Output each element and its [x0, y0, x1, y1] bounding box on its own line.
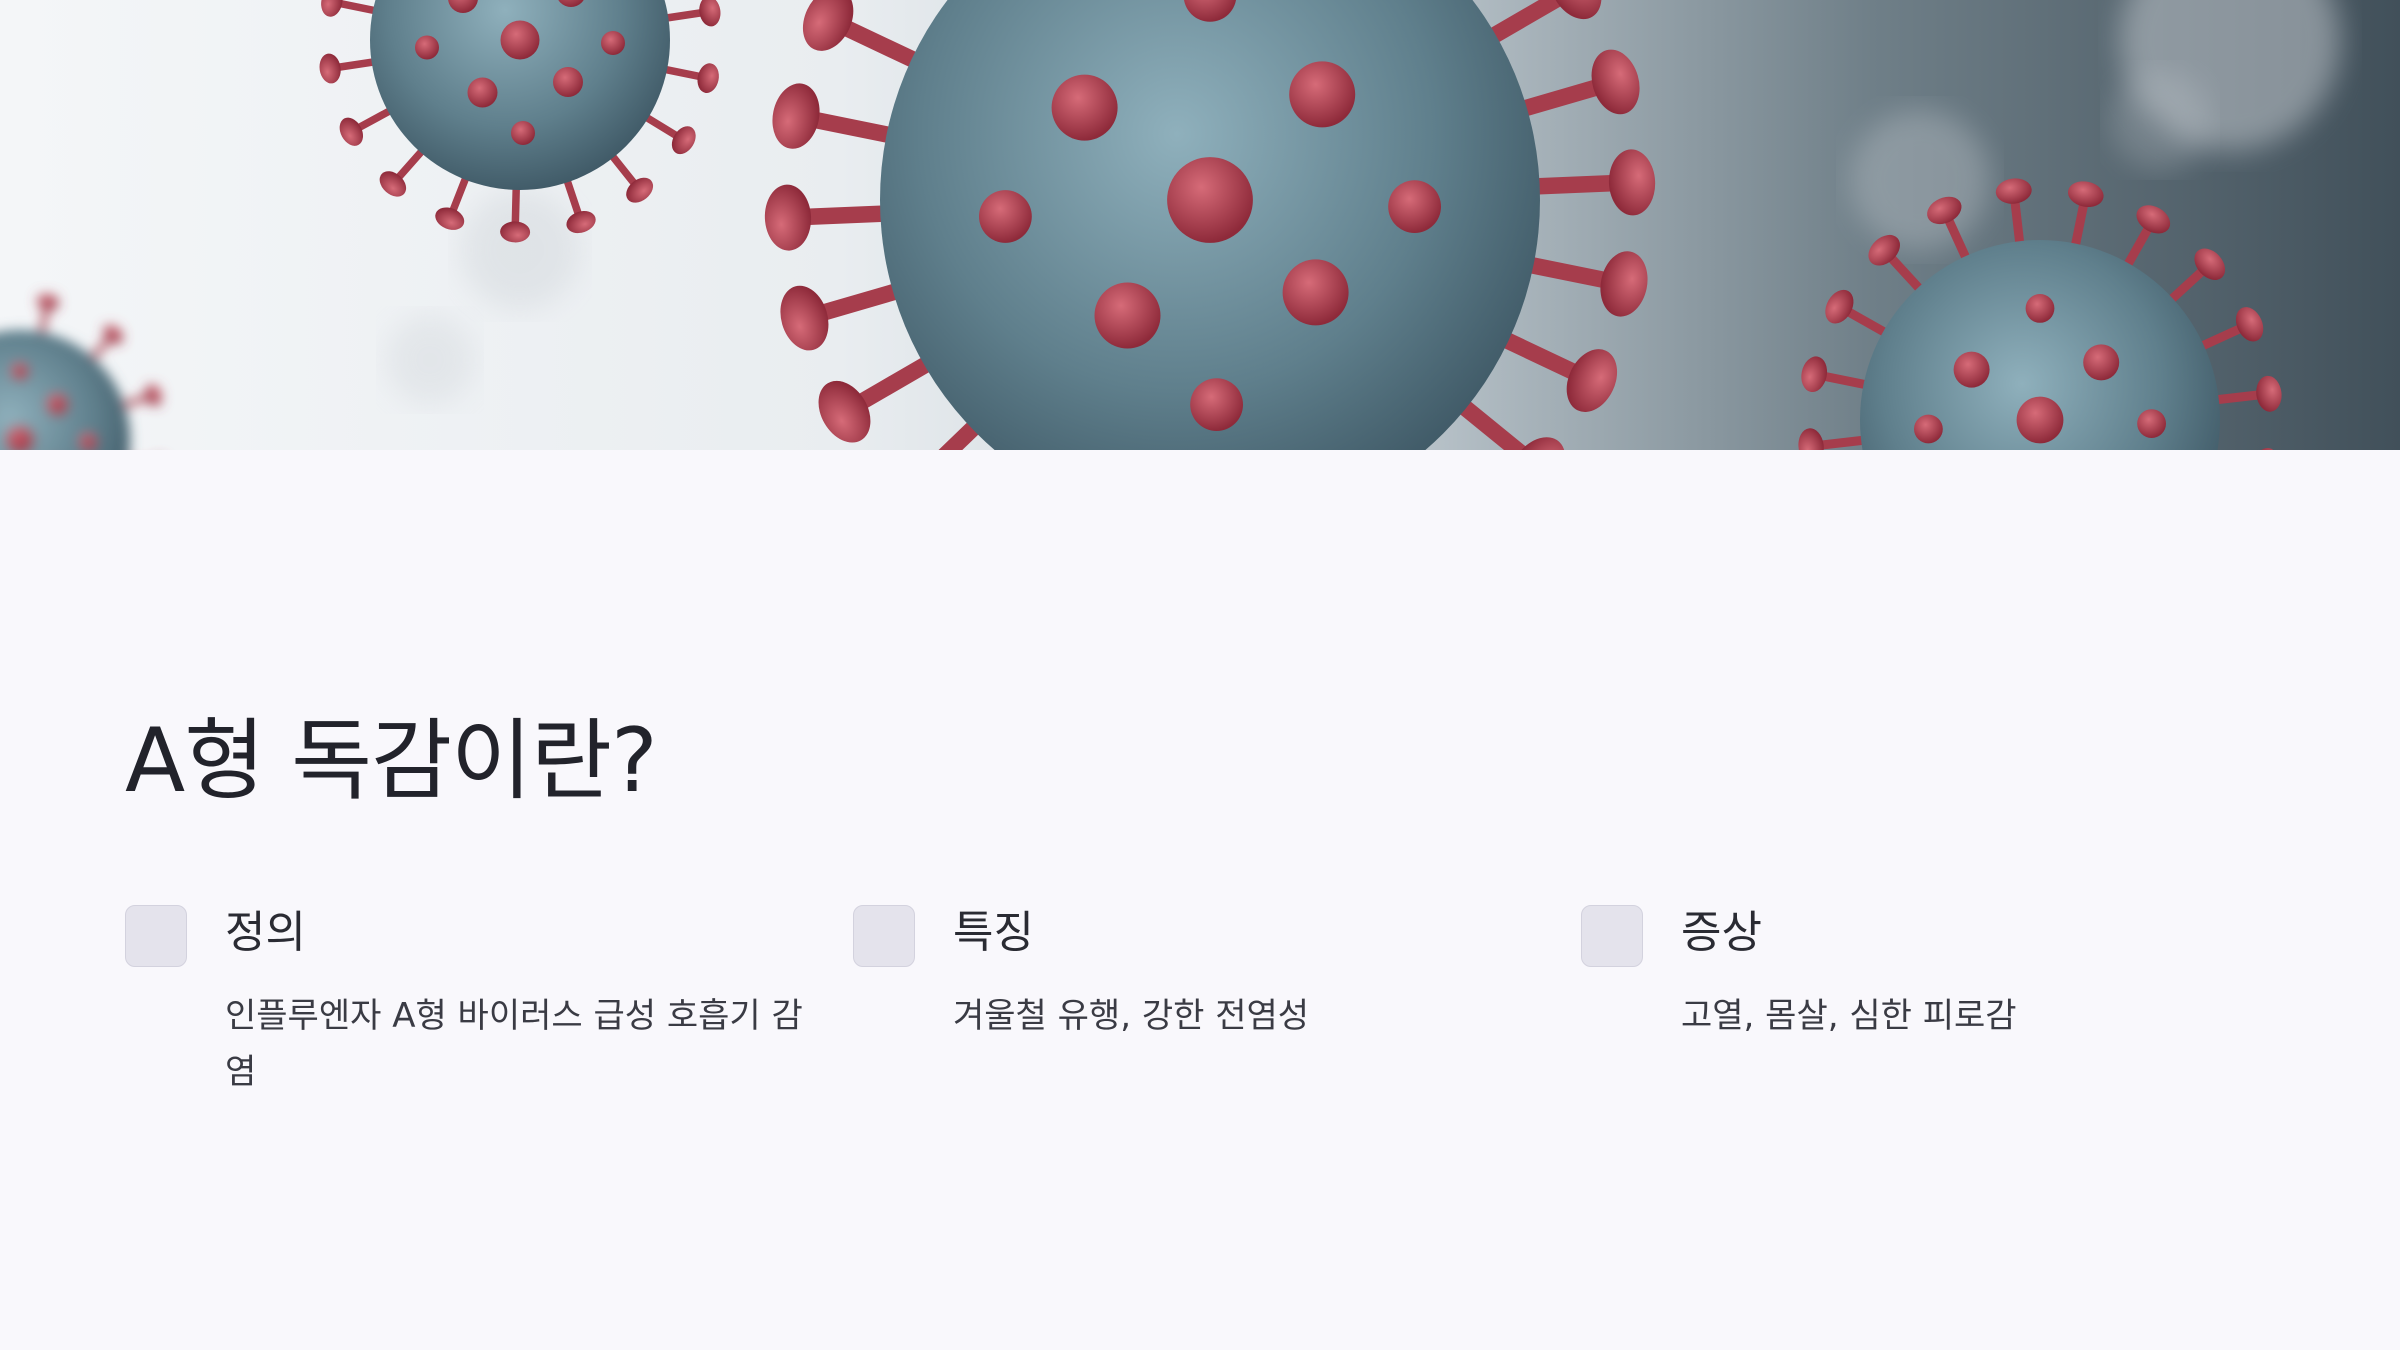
card-title: 증상 — [1681, 907, 1762, 958]
card-title: 정의 — [225, 907, 306, 958]
virus-illustration — [0, 0, 2340, 450]
card-description: 인플루엔자 A형 바이러스 급성 호흡기 감염 — [225, 996, 803, 1092]
card-description: 겨울철 유행, 강한 전염성 — [953, 996, 1310, 1036]
card-title: 특징 — [953, 907, 1034, 958]
checkbox-icon[interactable] — [125, 905, 187, 967]
checkbox-icon[interactable] — [1581, 905, 1643, 967]
checkbox-icon[interactable] — [853, 905, 915, 967]
card-description: 고열, 몸살, 심한 피로감 — [1681, 996, 2017, 1036]
page-title: A형 독감이란? — [125, 709, 658, 812]
hero-image — [0, 0, 2400, 450]
